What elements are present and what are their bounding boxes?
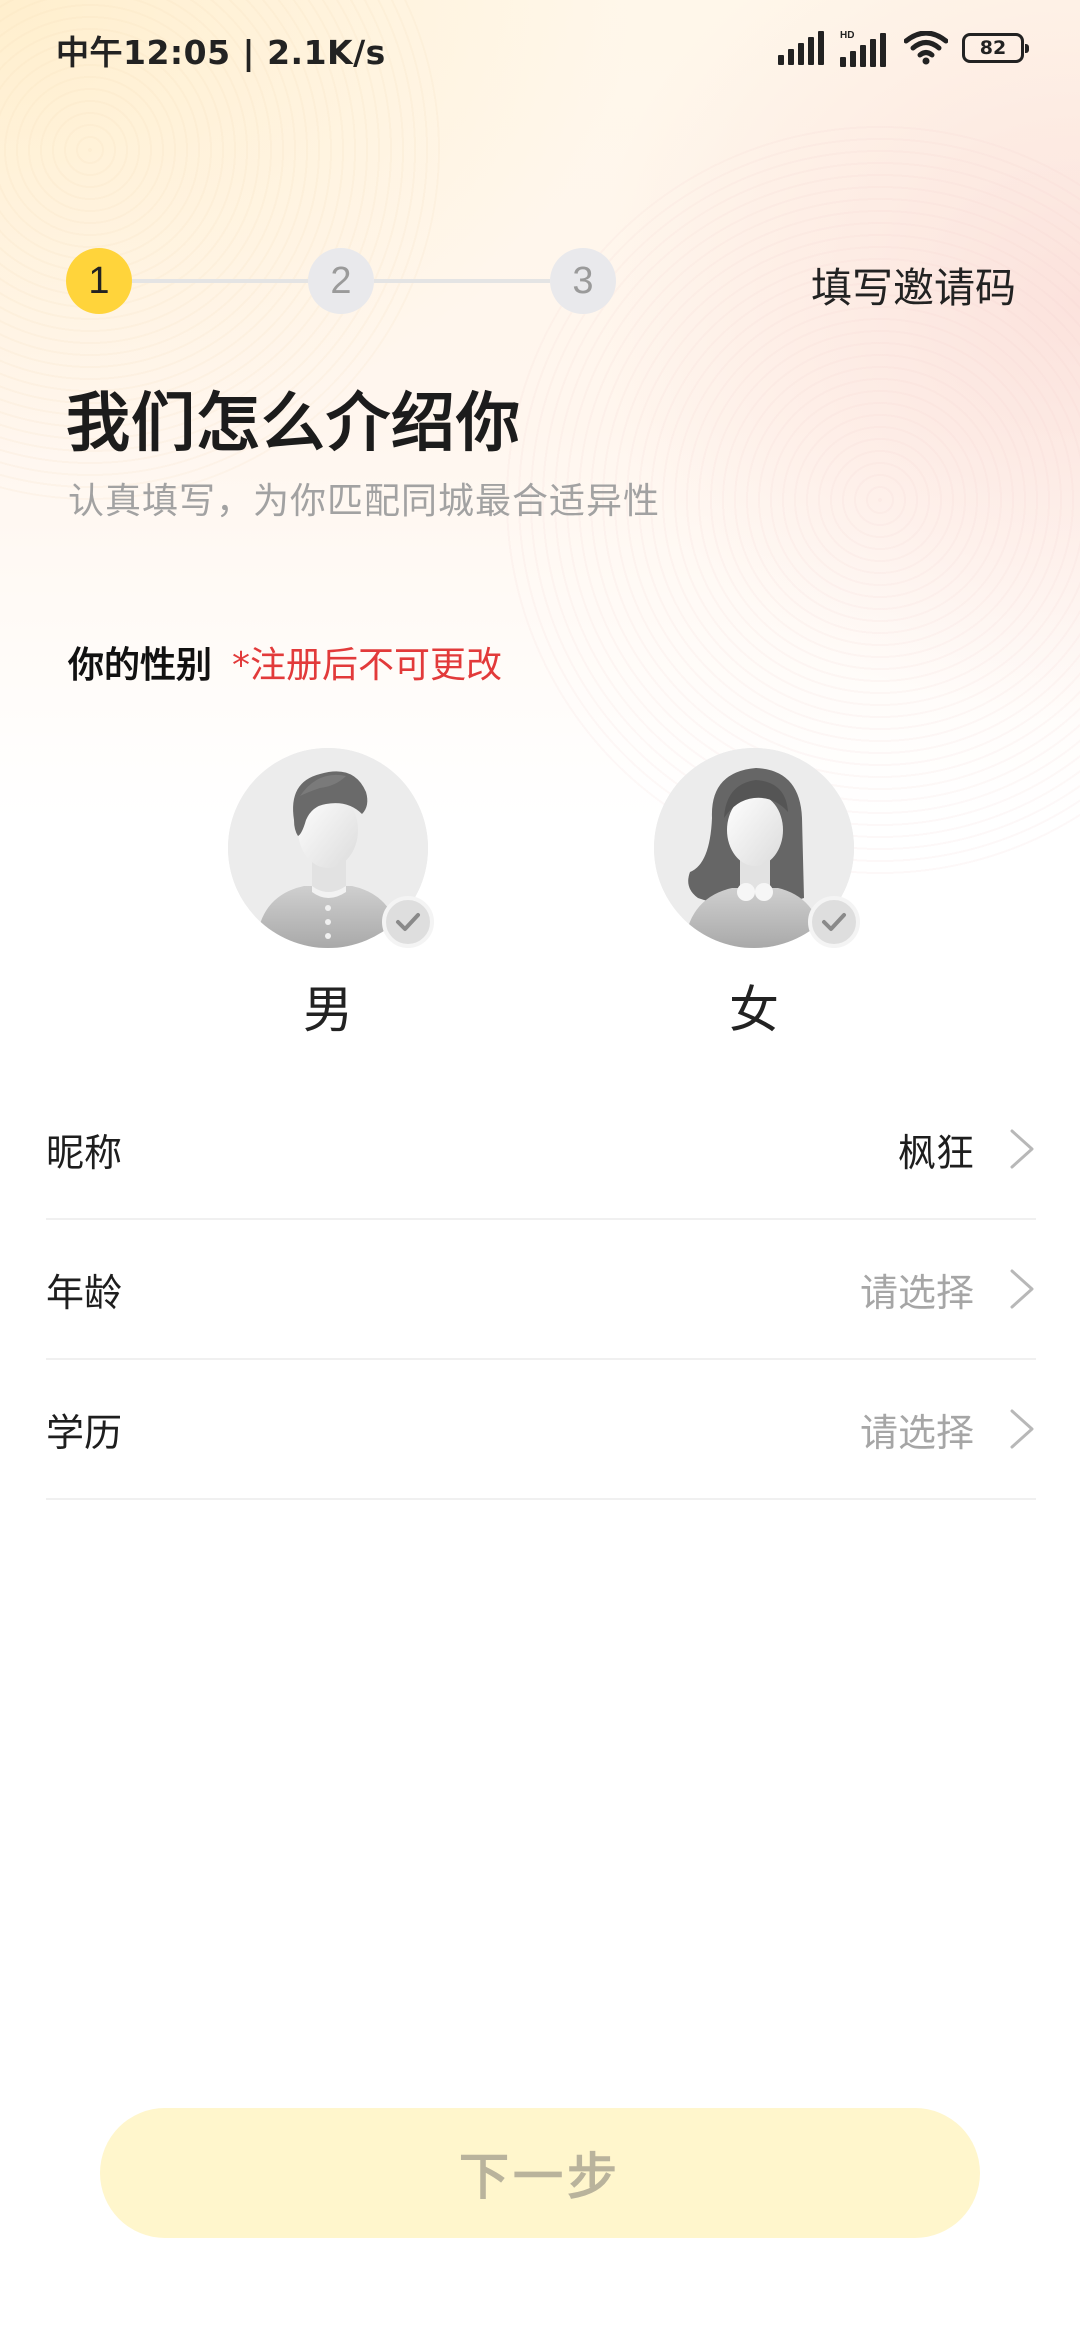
profile-form: 昵称 枫狂 年龄 请选择 学历 请选择 [46, 1080, 1036, 1500]
invite-code-link[interactable]: 填写邀请码 [811, 254, 1016, 314]
chevron-right-icon [1010, 1409, 1034, 1449]
hd-cellular-signal-icon: HD [840, 30, 886, 67]
step-1: 1 [66, 248, 132, 314]
female-avatar-wrap [654, 748, 860, 948]
page-subtitle: 认真填写，为你匹配同城最合适异性 [68, 481, 661, 522]
step-2: 2 [308, 248, 374, 314]
form-row-education[interactable]: 学历 请选择 [46, 1360, 1036, 1500]
step-connector [132, 279, 308, 283]
step-3: 3 [550, 248, 616, 314]
male-avatar-wrap [228, 748, 434, 948]
form-right: 请选择 [860, 1402, 1036, 1457]
gender-option-male[interactable]: 男 [228, 748, 434, 1042]
app-screen: 中午12:05 | 2.1K/s HD 82 1 2 3 填写邀请码 我们怎么介… [0, 0, 1080, 2340]
cellular-signal-icon [778, 31, 824, 65]
next-step-button[interactable]: 下一步 [100, 2108, 980, 2238]
status-bar: 中午12:05 | 2.1K/s HD 82 [0, 0, 1080, 96]
gender-female-label: 女 [729, 981, 779, 1039]
form-label: 学历 [46, 1410, 123, 1455]
gender-label: 你的性别 [68, 645, 213, 686]
gender-warning-note: *注册后不可更改 [232, 645, 503, 686]
form-right: 请选择 [860, 1262, 1036, 1317]
battery-level: 82 [979, 37, 1007, 59]
svg-text:HD: HD [840, 30, 854, 41]
form-label: 昵称 [46, 1130, 123, 1175]
form-label: 年龄 [46, 1270, 123, 1315]
male-check-icon [382, 896, 434, 948]
nickname-value: 枫狂 [897, 1130, 974, 1175]
form-row-age[interactable]: 年龄 请选择 [46, 1220, 1036, 1360]
gender-option-female[interactable]: 女 [654, 748, 860, 1042]
chevron-right-icon [1010, 1129, 1034, 1169]
form-row-nickname[interactable]: 昵称 枫狂 [46, 1080, 1036, 1220]
form-right: 枫狂 [898, 1122, 1036, 1177]
page-title: 我们怎么介绍你 [66, 387, 521, 461]
step-connector [374, 279, 550, 283]
female-check-icon [808, 896, 860, 948]
gender-male-label: 男 [303, 981, 353, 1039]
battery-icon: 82 [962, 33, 1029, 63]
status-icons: HD 82 [778, 28, 1029, 68]
wifi-icon [904, 31, 948, 65]
progress-stepper: 1 2 3 [66, 248, 616, 314]
gender-label-row: 你的性别 *注册后不可更改 [68, 636, 502, 688]
age-value: 请选择 [859, 1270, 974, 1315]
education-value: 请选择 [859, 1410, 974, 1455]
chevron-right-icon [1010, 1269, 1034, 1309]
status-time: 中午12:05 | 2.1K/s [56, 33, 386, 72]
